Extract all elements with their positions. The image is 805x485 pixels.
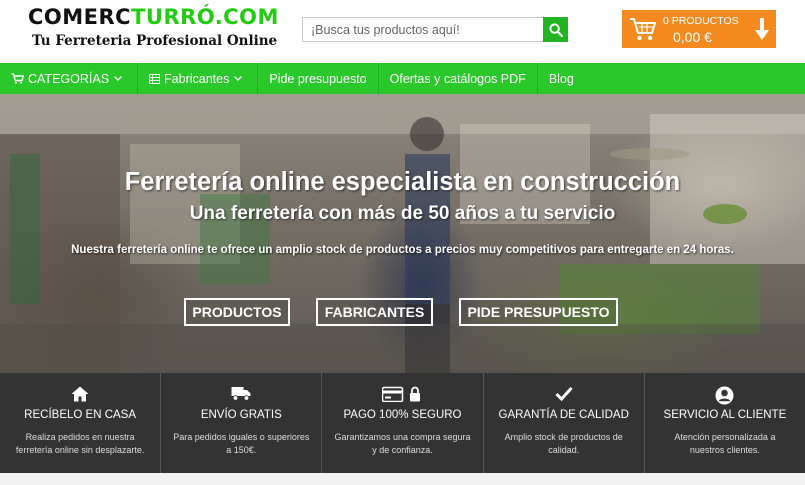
feature-text: Realiza pedidos en nuestra ferretería on… (15, 432, 145, 455)
truck-icon (231, 387, 251, 401)
nav-item-offers[interactable]: Ofertas y catálogos PDF (379, 63, 538, 94)
user-circle-icon (715, 386, 734, 405)
feature-title: ENVÍO GRATIS (200, 409, 282, 421)
shopping-cart-icon (630, 18, 656, 41)
search-icon (548, 22, 563, 37)
site-header: COMERCTURRÓ.COM Tu Ferreteria Profesiona… (0, 0, 805, 63)
feature-secure-payment: PAGO 100% SEGURO Garantizamos una compra… (322, 373, 484, 473)
hero-subtitle: Una ferretería con más de 50 años a tu s… (189, 203, 616, 224)
grid-list-icon (149, 73, 161, 84)
nav-label-categories: CATEGORÍAS (28, 71, 110, 86)
nav-item-quote[interactable]: Pide presupuesto (258, 63, 379, 94)
arrow-down-icon (755, 18, 769, 40)
request-quote-button[interactable]: PIDE PRESUPUESTO (459, 298, 618, 326)
feature-title: PAGO 100% SEGURO (343, 409, 462, 421)
chevron-down-icon (234, 76, 243, 81)
logo-text-part1: COMERC (28, 5, 132, 29)
feature-text: Para pedidos iguales o superiores a 150€… (173, 432, 310, 455)
home-icon (71, 386, 89, 402)
check-icon (555, 386, 573, 401)
manufacturers-button[interactable]: FABRICANTES (316, 298, 433, 326)
logo-t-mark: T (131, 5, 146, 29)
products-button[interactable]: PRODUCTOS (184, 298, 290, 326)
search-input[interactable] (302, 17, 543, 42)
nav-label-manufacturers: Fabricantes (164, 71, 230, 86)
feature-title: GARANTÍA DE CALIDAD (498, 409, 629, 421)
cart-total: 0,00 € (673, 29, 712, 45)
credit-card-lock-icon (381, 386, 420, 402)
hero-description: Nuestra ferretería online te ofrece un a… (71, 244, 734, 256)
nav-label-offers: Ofertas y catálogos PDF (389, 71, 526, 86)
main-navigation: CATEGORÍAS Fabricantes Pide presupuesto … (0, 63, 805, 94)
hero-background-image (0, 94, 805, 373)
feature-free-shipping: ENVÍO GRATIS Para pedidos iguales o supe… (161, 373, 323, 473)
feature-text: Garantizamos una compra segura y de conf… (334, 432, 471, 455)
logo-tagline: Tu Ferreteria Profesional Online (32, 33, 278, 49)
nav-label-quote: Pide presupuesto (269, 71, 367, 86)
nav-item-blog[interactable]: Blog (538, 63, 585, 94)
feature-title: SERVICIO AL CLIENTE (663, 409, 787, 421)
site-logo[interactable]: COMERCTURRÓ.COM Tu Ferreteria Profesiona… (28, 6, 279, 49)
feature-title: RECÍBELO EN CASA (24, 409, 137, 421)
hero-banner: Ferretería online especialista en constr… (0, 94, 805, 373)
nav-item-categories[interactable]: CATEGORÍAS (0, 63, 139, 94)
search-button[interactable] (543, 17, 568, 42)
cart-widget[interactable]: 0 PRODUCTOS 0,00 € (622, 10, 776, 48)
nav-label-blog: Blog (548, 71, 574, 86)
chevron-down-icon (114, 76, 122, 81)
feature-text: Atención personalizada a nuestros client… (674, 432, 776, 455)
nav-item-manufacturers[interactable]: Fabricantes (138, 63, 259, 94)
page-bottom-strip (0, 473, 805, 485)
features-bar: RECÍBELO EN CASA Realiza pedidos en nues… (0, 373, 805, 473)
feature-home-delivery: RECÍBELO EN CASA Realiza pedidos en nues… (0, 373, 162, 473)
hero-title: Ferretería online especialista en constr… (124, 168, 681, 196)
cart-item-count: 0 PRODUCTOS (663, 15, 739, 27)
search-bar (302, 17, 568, 42)
feature-customer-service: SERVICIO AL CLIENTE Atención personaliza… (645, 373, 805, 473)
logo-wordmark: COMERCTURRÓ.COM (28, 6, 279, 28)
feature-text: Amplio stock de productos de calidad. (504, 432, 623, 455)
logo-text-part2: URRÓ.COM (145, 5, 279, 29)
feature-quality-guarantee: GARANTÍA DE CALIDAD Amplio stock de prod… (484, 373, 645, 473)
shopping-cart-icon (11, 73, 24, 84)
